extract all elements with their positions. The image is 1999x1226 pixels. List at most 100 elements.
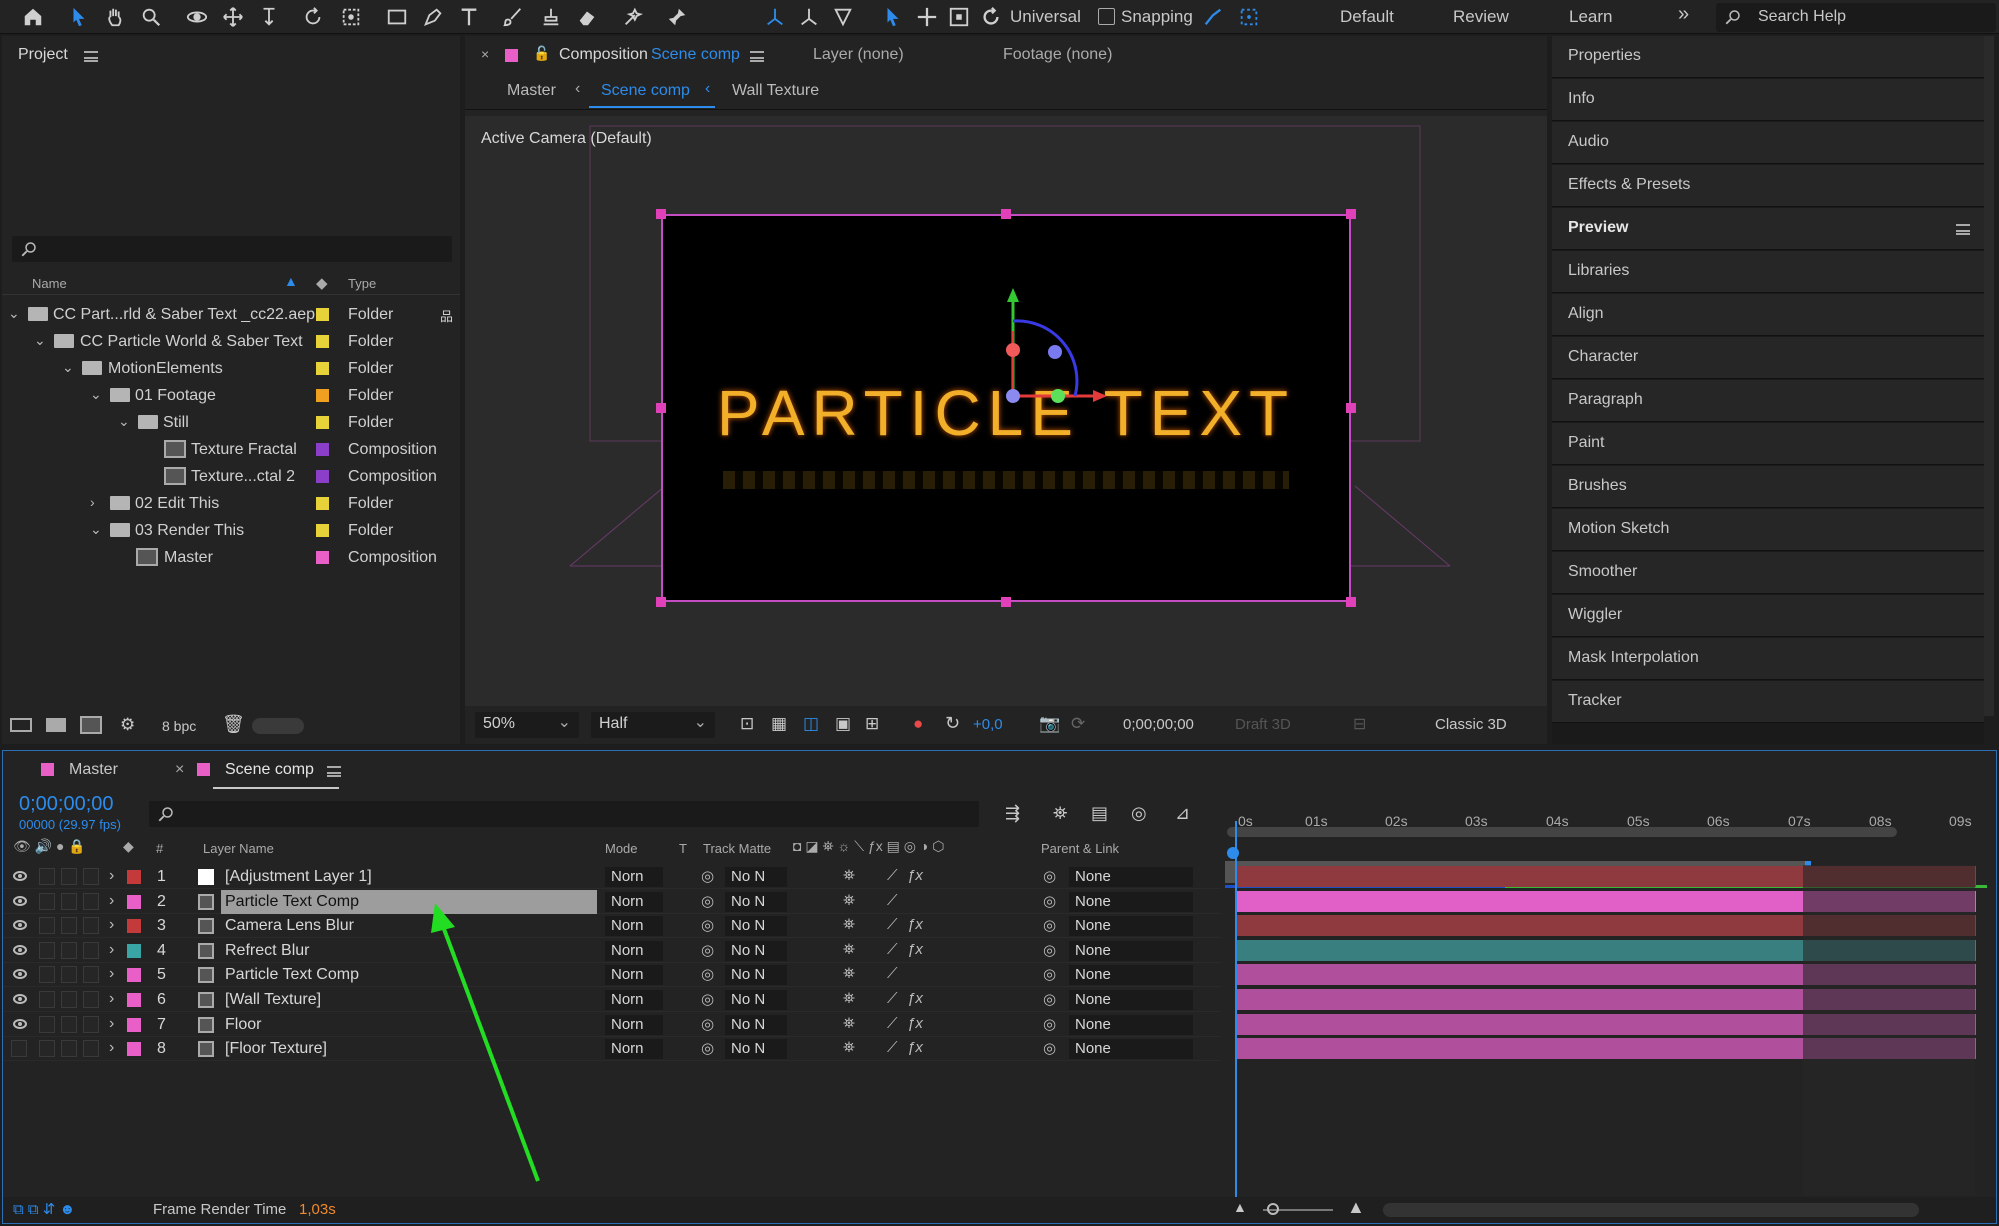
workspace-learn[interactable]: Learn (1569, 7, 1612, 27)
solo-toggle[interactable] (61, 1040, 77, 1058)
pick-whip-icon[interactable]: ◎ (1043, 1039, 1056, 1057)
preserve-transparency-icon[interactable]: ◎ (701, 1015, 714, 1033)
panel-brushes[interactable]: Brushes (1552, 466, 1984, 508)
label-color[interactable] (316, 470, 329, 483)
shy-switch-icon[interactable]: ⛯ (843, 916, 855, 933)
local-axis-icon[interactable] (762, 4, 788, 30)
roto-brush-icon[interactable] (620, 4, 646, 30)
panel-paragraph[interactable]: Paragraph (1552, 380, 1984, 422)
label-color[interactable] (316, 362, 329, 375)
new-folder-icon[interactable] (46, 718, 66, 732)
blend-mode-dropdown[interactable]: Norn (605, 867, 663, 887)
pick-whip-icon[interactable]: ◎ (1043, 892, 1056, 910)
panel-tracker[interactable]: Tracker (1552, 681, 1984, 723)
render-icons[interactable]: ⧉ ⧉ ⇵ ☻ (13, 1200, 75, 1218)
quality-switch-icon[interactable]: ⟋ (887, 990, 898, 1007)
selection-tool-icon[interactable] (66, 4, 92, 30)
pick-whip-icon[interactable]: ◎ (1043, 1015, 1056, 1033)
parent-dropdown[interactable]: None (1069, 867, 1193, 887)
audio-toggle[interactable] (39, 1040, 55, 1058)
comp-tab-label[interactable]: Composition (559, 46, 648, 64)
current-timecode[interactable]: 0;00;00;00 (19, 793, 114, 816)
fast-preview-icon[interactable]: ⊡ (740, 714, 754, 734)
effects-switch-icon[interactable]: ƒx (907, 916, 923, 933)
layer-row[interactable]: › 1 [Adjustment Layer 1] Norn ◎ No N ⛯ ⟋ ƒx ◎ None (3, 865, 1976, 889)
composition-canvas[interactable]: PARTICLE TEXT (661, 214, 1351, 602)
transform-handle[interactable] (1001, 597, 1011, 607)
parent-dropdown[interactable]: None (1069, 965, 1193, 986)
blend-mode-dropdown[interactable]: Norn (605, 891, 663, 912)
eye-icon[interactable] (13, 1018, 27, 1029)
preserve-transparency-icon[interactable]: ◎ (701, 941, 714, 959)
audio-toggle[interactable] (39, 868, 55, 885)
preserve-transparency-icon[interactable]: ◎ (701, 867, 714, 885)
preserve-transparency-icon[interactable]: ◎ (701, 990, 714, 1008)
project-row-folder[interactable]: ⌄ MotionElements Folder (2, 355, 442, 382)
quality-switch-icon[interactable]: ⟋ (887, 1039, 898, 1056)
col-name-header[interactable]: Name (32, 276, 67, 291)
type-tool-icon[interactable] (456, 4, 482, 30)
layer-label-color[interactable] (127, 870, 141, 884)
layer-label-color[interactable] (127, 968, 141, 983)
3d-view-icon[interactable]: ⊟ (1353, 714, 1366, 734)
channel-icon[interactable]: ● (913, 714, 923, 734)
twirl-closed-icon[interactable]: › (109, 941, 114, 959)
transform-handle[interactable] (656, 209, 666, 219)
label-color[interactable] (316, 497, 329, 510)
close-tab-icon[interactable]: × (481, 46, 489, 62)
solo-toggle[interactable] (61, 917, 77, 935)
timeline-menu-icon[interactable] (327, 766, 341, 777)
3d-move-icon[interactable] (914, 4, 940, 30)
twirl-closed-icon[interactable]: › (109, 965, 114, 983)
playhead-line[interactable] (1235, 821, 1237, 1201)
frame-blending-icon[interactable]: ▤ (1091, 803, 1108, 824)
audio-toggle[interactable] (39, 941, 55, 959)
trash-icon[interactable]: 🗑 (222, 714, 245, 735)
parent-dropdown[interactable]: None (1069, 1014, 1193, 1035)
transform-handle[interactable] (656, 403, 666, 413)
pick-whip-icon[interactable]: ◎ (1043, 941, 1056, 959)
effects-switch-icon[interactable]: ƒx (907, 867, 923, 884)
quality-switch-icon[interactable]: ⟋ (887, 867, 898, 884)
sort-ascending-icon[interactable]: ▲ (284, 273, 298, 289)
eye-icon[interactable] (13, 944, 27, 955)
solo-toggle[interactable] (61, 868, 77, 885)
eye-icon[interactable] (13, 871, 27, 881)
panel-wiggler[interactable]: Wiggler (1552, 595, 1984, 637)
project-row-aep[interactable]: ⌄ CC Part...rld & Saber Text _cc22.aep F… (2, 301, 453, 328)
universal-label[interactable]: Universal (1010, 7, 1081, 27)
breadcrumb-wall-texture[interactable]: Wall Texture (732, 82, 819, 100)
preserve-transparency-icon[interactable]: ◎ (701, 965, 714, 983)
footage-viewer-tab[interactable]: Footage (none) (1003, 46, 1112, 64)
project-row-folder[interactable]: › 02 Edit This Folder (2, 490, 442, 517)
track-matte-dropdown[interactable]: No N (725, 940, 787, 961)
track-matte-dropdown[interactable]: No N (725, 990, 787, 1010)
label-color[interactable] (316, 551, 329, 564)
search-help-input[interactable]: Search Help (1716, 3, 1996, 32)
puppet-pin-icon[interactable] (664, 4, 690, 30)
layer-label-color[interactable] (127, 894, 141, 909)
twirl-closed-icon[interactable]: › (109, 916, 114, 934)
twirl-open-icon[interactable]: ⌄ (34, 332, 46, 349)
twirl-open-icon[interactable]: ⌄ (90, 386, 102, 403)
eye-icon[interactable] (13, 969, 27, 980)
panel-paint[interactable]: Paint (1552, 423, 1984, 465)
comp-tab-name[interactable]: Scene comp (651, 46, 740, 64)
layer-row[interactable]: › 6 [Wall Texture] Norn ◎ No N ⛯ ⟋ ƒx ◎ None (3, 988, 1976, 1012)
track-matte-dropdown[interactable]: No N (725, 965, 787, 986)
layer-label-color[interactable] (127, 1017, 141, 1032)
blend-mode-dropdown[interactable]: Norn (605, 990, 663, 1010)
brush-tool-icon[interactable] (500, 4, 526, 30)
effects-switch-icon[interactable]: ƒx (907, 1015, 923, 1032)
layer-row[interactable]: › 7 Floor Norn ◎ No N ⛯ ⟋ ƒx ◎ None (3, 1013, 1976, 1037)
layer-row[interactable]: › 3 Camera Lens Blur Norn ◎ No N ⛯ ⟋ ƒx ◎ None (3, 914, 1976, 939)
solo-toggle[interactable] (61, 941, 77, 959)
transform-handle[interactable] (1001, 209, 1011, 219)
twirl-closed-icon[interactable]: › (109, 867, 114, 885)
eye-icon[interactable] (13, 920, 27, 931)
composition-viewer[interactable]: Active Camera (Default) PARTICLE TEXT (465, 116, 1547, 706)
layer-search-input[interactable] (149, 801, 979, 827)
panel-motion-sketch[interactable]: Motion Sketch (1552, 509, 1984, 551)
panel-mask-interpolation[interactable]: Mask Interpolation (1552, 638, 1984, 680)
shy-switch-icon[interactable]: ⛯ (843, 1039, 855, 1056)
